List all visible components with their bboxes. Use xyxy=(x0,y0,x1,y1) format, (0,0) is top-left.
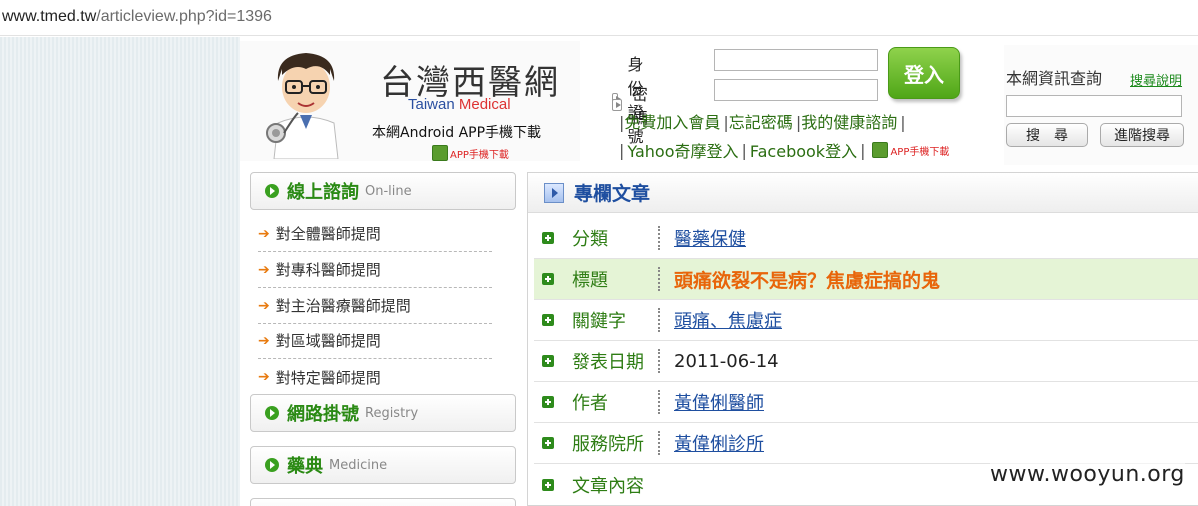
article-row-category: 分類 醫藥保健 xyxy=(534,218,1198,259)
menu-next-section[interactable] xyxy=(250,498,516,506)
plus-icon xyxy=(542,437,554,449)
row-label: 作者 xyxy=(572,393,608,414)
link-my-consult[interactable]: 我的健康諮詢 xyxy=(801,113,897,132)
menu-online-en: On-line xyxy=(365,183,412,199)
plus-icon xyxy=(542,478,554,491)
clinic-link[interactable]: 黃偉俐診所 xyxy=(674,430,764,456)
panel-header: 專欄文章 xyxy=(528,173,1198,213)
author-link[interactable]: 黃偉俐醫師 xyxy=(674,389,764,415)
site-subtitle-part2: Medical xyxy=(458,96,511,113)
app-download-badge-2[interactable]: APP手機下載 xyxy=(872,142,949,158)
sidebar-item-label: 對特定醫師提問 xyxy=(275,368,381,387)
plus-icon xyxy=(542,273,554,285)
sidebar-item-specialist[interactable]: ➔ 對專科醫師提問 xyxy=(258,252,492,288)
app-download-badge[interactable]: APP手機下載 xyxy=(432,145,509,161)
plus-icon xyxy=(542,355,554,367)
link-facebook-login[interactable]: Facebook登入 xyxy=(750,138,857,162)
row-label: 發表日期 xyxy=(572,352,644,373)
logo-area[interactable]: 台灣西醫網 Taiwan Medical 本網Android APP手機下載 A… xyxy=(240,41,580,161)
doctor-mascot-icon xyxy=(266,53,339,159)
sidebar-item-all-doctors[interactable]: ➔ 對全體醫師提問 xyxy=(258,216,492,252)
article-panel: 專欄文章 分類 醫藥保健 標題 頭痛欲裂不是病？焦慮症搞的鬼 關鍵字 頭痛、焦慮… xyxy=(527,172,1198,506)
android-app-icon xyxy=(872,142,889,158)
row-label: 標題 xyxy=(572,270,608,291)
watermark-text: www.wooyun.org xyxy=(990,462,1185,487)
app-badge-label: APP手機下載 xyxy=(890,146,950,158)
sidebar-item-attending[interactable]: ➔ 對主治醫療醫師提問 xyxy=(258,288,492,324)
menu-medicine-en: Medicine xyxy=(329,457,388,473)
menu-online-consult[interactable]: 線上諮詢 On-line xyxy=(250,172,516,210)
category-link[interactable]: 醫藥保健 xyxy=(674,225,746,251)
row-label: 文章內容 xyxy=(572,475,644,497)
sidebar-item-label: 對主治醫療醫師提問 xyxy=(275,297,411,315)
site-header: 台灣西醫網 Taiwan Medical 本網Android APP手機下載 A… xyxy=(240,37,1198,165)
url-text[interactable]: www.tmed.tw/articleview.php?id=1396 xyxy=(2,8,272,26)
play-circle-icon xyxy=(265,184,279,198)
page-background-stripe xyxy=(0,37,240,506)
member-links: |免費加入會員 |忘記密碼 |我的健康諮詢 | xyxy=(619,113,906,132)
site-search: 本網資訊查詢 搜尋說明 搜 尋 進階搜尋 xyxy=(1004,45,1198,165)
plus-icon xyxy=(542,232,554,244)
link-forgot-password[interactable]: 忘記密碼 xyxy=(729,113,793,132)
app-badge-label: APP手機下載 xyxy=(450,149,509,161)
search-help-link[interactable]: 搜尋說明 xyxy=(1130,70,1182,89)
site-subtitle-part1: Taiwan xyxy=(408,96,459,113)
search-button[interactable]: 搜 尋 xyxy=(1006,123,1088,147)
arrow-right-icon: ➔ xyxy=(258,369,270,385)
password-input[interactable] xyxy=(714,79,878,101)
plus-icon xyxy=(542,314,554,326)
url-path: /articleview.php?id=1396 xyxy=(96,8,272,25)
menu-medicine-zh: 藥典 xyxy=(287,456,323,477)
sidebar-item-label: 對專科醫師提問 xyxy=(275,261,381,279)
menu-registry-en: Registry xyxy=(365,405,419,421)
sidebar-item-label: 對全體醫師提問 xyxy=(275,225,381,243)
row-label: 關鍵字 xyxy=(572,311,626,332)
sidebar-item-label: 對區域醫師提問 xyxy=(275,332,381,350)
android-app-icon xyxy=(432,145,448,161)
article-row-title: 標題 頭痛欲裂不是病？焦慮症搞的鬼 xyxy=(534,259,1198,300)
row-label: 分類 xyxy=(572,229,608,250)
menu-registry-zh: 網路掛號 xyxy=(287,404,359,425)
address-bar[interactable]: www.tmed.tw/articleview.php?id=1396 xyxy=(0,0,1198,36)
article-title: 頭痛欲裂不是病？焦慮症搞的鬼 xyxy=(674,269,941,292)
arrow-right-icon: ➔ xyxy=(258,297,270,314)
plus-icon xyxy=(542,396,554,408)
sidebar-item-regional[interactable]: ➔ 對區域醫師提問 xyxy=(258,323,492,359)
play-square-icon xyxy=(544,182,564,203)
url-host: www.tmed.tw xyxy=(2,8,97,25)
menu-medicine[interactable]: 藥典 Medicine xyxy=(250,446,516,484)
search-input[interactable] xyxy=(1006,95,1182,117)
app-download-text[interactable]: 本網Android APP手機下載 xyxy=(372,122,541,142)
search-title: 本網資訊查詢 xyxy=(1006,69,1103,88)
play-circle-icon xyxy=(265,458,279,472)
panel-title: 專欄文章 xyxy=(574,183,651,205)
sidebar-item-specific[interactable]: ➔ 對特定醫師提問 xyxy=(258,359,492,395)
play-circle-icon xyxy=(265,406,279,420)
menu-registry[interactable]: 網路掛號 Registry xyxy=(250,394,516,432)
arrow-right-icon: ➔ xyxy=(258,261,270,278)
link-register[interactable]: 免費加入會員 xyxy=(624,113,720,132)
link-yahoo-login[interactable]: Yahoo奇摩登入 xyxy=(627,138,738,162)
article-row-clinic: 服務院所 黃偉俐診所 xyxy=(534,423,1198,464)
keywords-link[interactable]: 頭痛、焦慮症 xyxy=(674,307,782,333)
article-row-date: 發表日期 2011-06-14 xyxy=(534,341,1198,382)
arrow-right-icon: ➔ xyxy=(258,225,270,242)
article-row-keywords: 關鍵字 頭痛、焦慮症 xyxy=(534,300,1198,341)
login-button[interactable]: 登入 xyxy=(888,47,960,99)
arrow-right-icon: ➔ xyxy=(258,332,270,349)
site-subtitle: Taiwan Medical xyxy=(408,96,511,113)
row-label: 服務院所 xyxy=(572,434,644,455)
social-links: | Yahoo奇摩登入 | Facebook登入 | APP手機下載 xyxy=(616,138,949,162)
menu-online-zh: 線上諮詢 xyxy=(287,182,359,203)
article-row-author: 作者 黃偉俐醫師 xyxy=(534,382,1198,423)
id-input[interactable] xyxy=(714,49,878,71)
advanced-search-button[interactable]: 進階搜尋 xyxy=(1100,123,1184,147)
publish-date: 2011-06-14 xyxy=(674,350,779,372)
